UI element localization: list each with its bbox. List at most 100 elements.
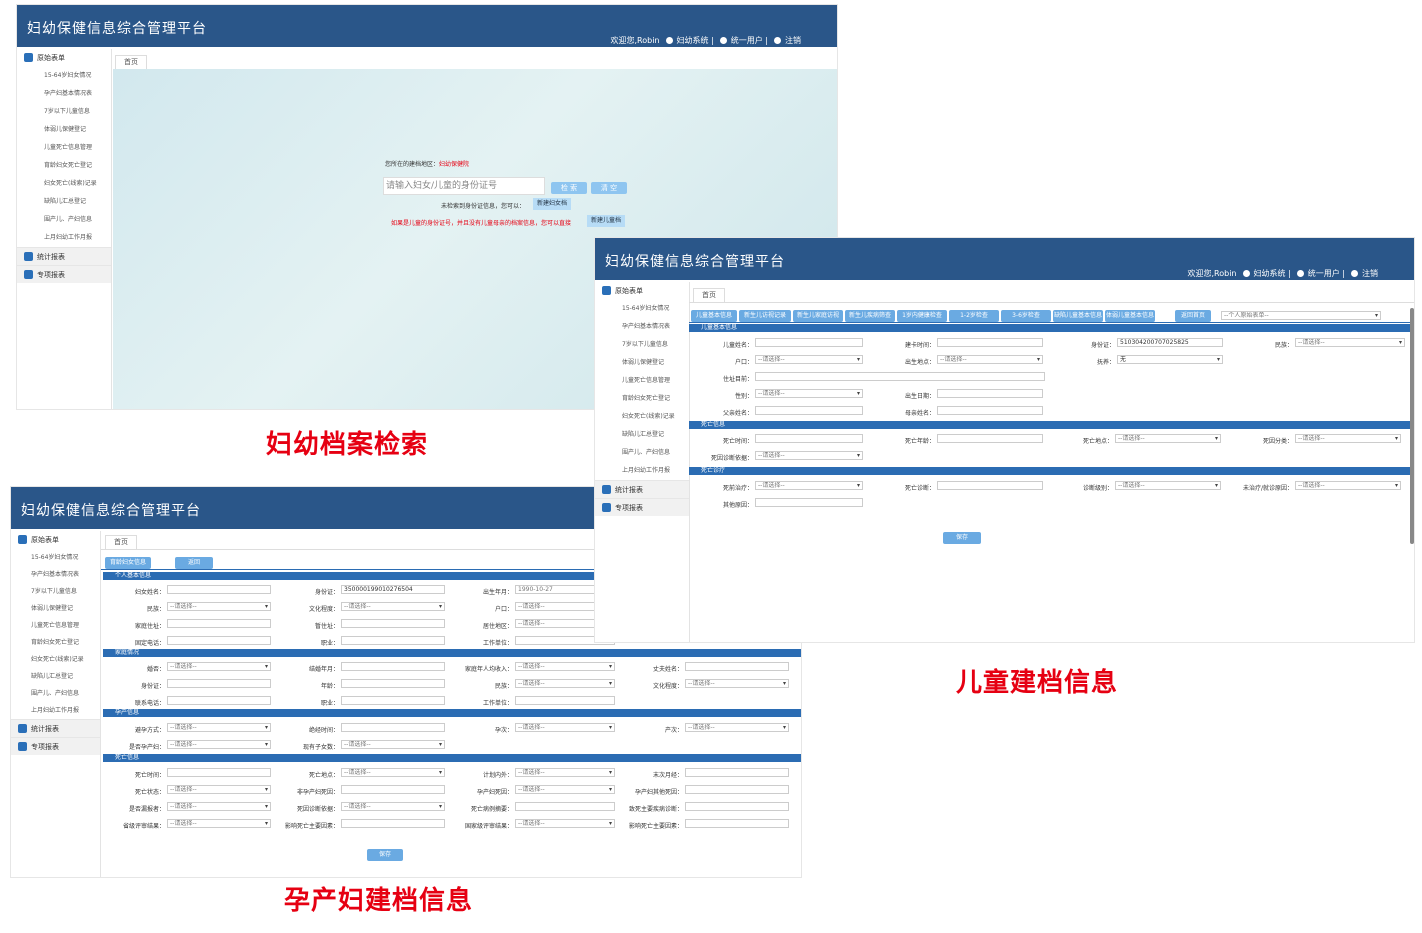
edu-select[interactable]: --请选择-- — [341, 602, 445, 611]
preg-other-input[interactable] — [685, 785, 789, 794]
pre-diag-input[interactable] — [937, 481, 1043, 490]
diag-level-select[interactable]: --请选择-- — [1115, 481, 1221, 490]
sidebar-item[interactable]: 妇女死亡(线索)记录 — [11, 651, 100, 668]
death-basis-select[interactable]: --请选择-- — [755, 451, 863, 460]
build-time-input[interactable] — [937, 338, 1043, 347]
birthplace-select[interactable]: --请选择-- — [937, 355, 1043, 364]
disease-input[interactable] — [515, 802, 615, 811]
income-select[interactable]: --请选择-- — [515, 662, 615, 671]
sidebar-item[interactable]: 上月妇幼工作月报 — [17, 229, 111, 247]
tab-home-visit[interactable]: 新生儿家庭访视 — [793, 310, 843, 322]
other-reason-input[interactable] — [755, 498, 863, 507]
sys-link[interactable]: 妇幼系统 — [677, 36, 709, 45]
hukou-select[interactable]: --请选择-- — [755, 355, 863, 364]
sidebar-item[interactable]: 儿童死亡信息管理 — [17, 139, 111, 157]
sidebar-item[interactable]: 围产儿、产妇信息 — [17, 211, 111, 229]
husband-job-input[interactable] — [341, 696, 445, 705]
husband-id-input[interactable] — [167, 679, 271, 688]
sidebar-special[interactable]: 专项报表 — [595, 498, 689, 516]
death-place-select[interactable]: --请选择-- — [341, 768, 445, 777]
ethnic-select[interactable]: --请选择-- — [167, 602, 271, 611]
sidebar-item[interactable]: 孕产妇基本情况表 — [17, 85, 111, 103]
sidebar-item[interactable]: 缺陷儿汇总登记 — [595, 426, 689, 444]
basis-select[interactable]: --请选择-- — [341, 802, 445, 811]
sex-select[interactable]: --请选择-- — [755, 389, 863, 398]
nat-eval-select[interactable]: --请选择-- — [515, 819, 615, 828]
job-input[interactable] — [341, 636, 445, 645]
new-woman-button[interactable]: 新建妇女档 — [533, 198, 571, 210]
sidebar-item[interactable]: 15-64岁妇女情况 — [17, 67, 111, 85]
tab-newborn-visit[interactable]: 新生儿访视记录 — [739, 310, 791, 322]
woman-id-input[interactable]: 350000199010276504 — [341, 585, 445, 594]
child-id-input[interactable]: 510304200707025825 — [1117, 338, 1223, 347]
sidebar-stat[interactable]: 统计报表 — [17, 247, 111, 265]
back-home-button[interactable]: 返回首页 — [1175, 310, 1211, 322]
birth-date-input[interactable] — [937, 389, 1043, 398]
unified-link[interactable]: 统一用户 — [731, 36, 763, 45]
preg-cause-select[interactable]: --请选择-- — [515, 785, 615, 794]
logout-link[interactable]: 注销 — [785, 36, 801, 45]
sidebar-stat[interactable]: 统计报表 — [11, 719, 100, 737]
child-name-input[interactable] — [755, 338, 863, 347]
search-button[interactable]: 检 索 — [551, 182, 587, 194]
home-addr-input[interactable] — [167, 619, 271, 628]
reported-select[interactable]: --请选择-- — [167, 802, 271, 811]
contact-input[interactable] — [167, 696, 271, 705]
father-input[interactable] — [755, 406, 863, 415]
sidebar-item[interactable]: 体弱儿保健登记 — [17, 121, 111, 139]
tab-screening[interactable]: 新生儿疾病筛查 — [845, 310, 895, 322]
husband-unit-input[interactable] — [515, 696, 615, 705]
sidebar-head[interactable]: 原始表单 — [595, 282, 689, 300]
main-disease-input[interactable] — [685, 802, 789, 811]
husband-age-input[interactable] — [341, 679, 445, 688]
tab-3-6y-check[interactable]: 3-6岁检查 — [1001, 310, 1051, 322]
sidebar-item[interactable]: 缺陷儿汇总登记 — [17, 193, 111, 211]
death-time-input[interactable] — [167, 768, 271, 777]
sidebar-special[interactable]: 专项报表 — [11, 737, 100, 755]
sidebar-item[interactable]: 儿童死亡信息管理 — [11, 617, 100, 634]
marry-date-input[interactable] — [341, 662, 445, 671]
tab-home[interactable]: 首页 — [105, 535, 137, 549]
tab-home[interactable]: 首页 — [693, 288, 725, 302]
sidebar-item[interactable]: 孕产妇基本情况表 — [595, 318, 689, 336]
sidebar-item[interactable]: 上月妇幼工作月报 — [11, 702, 100, 719]
sidebar-item[interactable]: 围产儿、产妇信息 — [11, 685, 100, 702]
scrollbar[interactable] — [1410, 308, 1414, 544]
sidebar-item[interactable]: 15-64岁妇女情况 — [595, 300, 689, 318]
death-state-select[interactable]: --请选择-- — [167, 785, 271, 794]
tab-1y-check[interactable]: 1岁内健康检查 — [897, 310, 947, 322]
non-preg-cause-input[interactable] — [341, 785, 445, 794]
sidebar-item[interactable]: 上月妇幼工作月报 — [595, 462, 689, 480]
sidebar-item[interactable]: 妇女死亡(线索)记录 — [595, 408, 689, 426]
death-age-input[interactable] — [937, 434, 1043, 443]
id-search-input[interactable]: 请输入妇女/儿童的身份证号 — [383, 177, 545, 195]
tab-weak[interactable]: 体弱儿童基本信息 — [1105, 310, 1155, 322]
back-button[interactable]: 返回 — [175, 557, 213, 569]
factor2-input[interactable] — [685, 819, 789, 828]
save-button[interactable]: 保存 — [943, 532, 981, 544]
sidebar-item[interactable]: 妇女死亡(线索)记录 — [17, 175, 111, 193]
plan-select[interactable]: --请选择-- — [515, 768, 615, 777]
husband-input[interactable] — [685, 662, 789, 671]
death-class-select[interactable]: --请选择-- — [1295, 434, 1401, 443]
tab-1-2y-check[interactable]: 1-2岁检查 — [949, 310, 999, 322]
sidebar-item[interactable]: 7岁以下儿童信息 — [17, 103, 111, 121]
untreated-select[interactable]: --请选择-- — [1295, 481, 1401, 490]
is-preg-select[interactable]: --请选择-- — [167, 740, 271, 749]
sidebar-item[interactable]: 缺陷儿汇总登记 — [11, 668, 100, 685]
parity-select[interactable]: --请选择-- — [685, 723, 789, 732]
factor-input[interactable] — [341, 819, 445, 828]
raise-select[interactable]: 无 — [1117, 355, 1223, 364]
sidebar-item[interactable]: 儿童死亡信息管理 — [595, 372, 689, 390]
marriage-select[interactable]: --请选择-- — [167, 662, 271, 671]
death-time-input[interactable] — [755, 434, 863, 443]
sidebar-item[interactable]: 孕产妇基本情况表 — [11, 566, 100, 583]
address-input[interactable] — [755, 372, 1045, 381]
sidebar-item[interactable]: 育龄妇女死亡登记 — [11, 634, 100, 651]
tab-home[interactable]: 首页 — [115, 55, 147, 69]
sidebar-item[interactable]: 体弱儿保健登记 — [595, 354, 689, 372]
clear-button[interactable]: 清 空 — [591, 182, 627, 194]
new-child-button[interactable]: 新建儿童档 — [587, 215, 625, 227]
sidebar-special[interactable]: 专项报表 — [17, 265, 111, 283]
children-select[interactable]: --请选择-- — [341, 740, 445, 749]
